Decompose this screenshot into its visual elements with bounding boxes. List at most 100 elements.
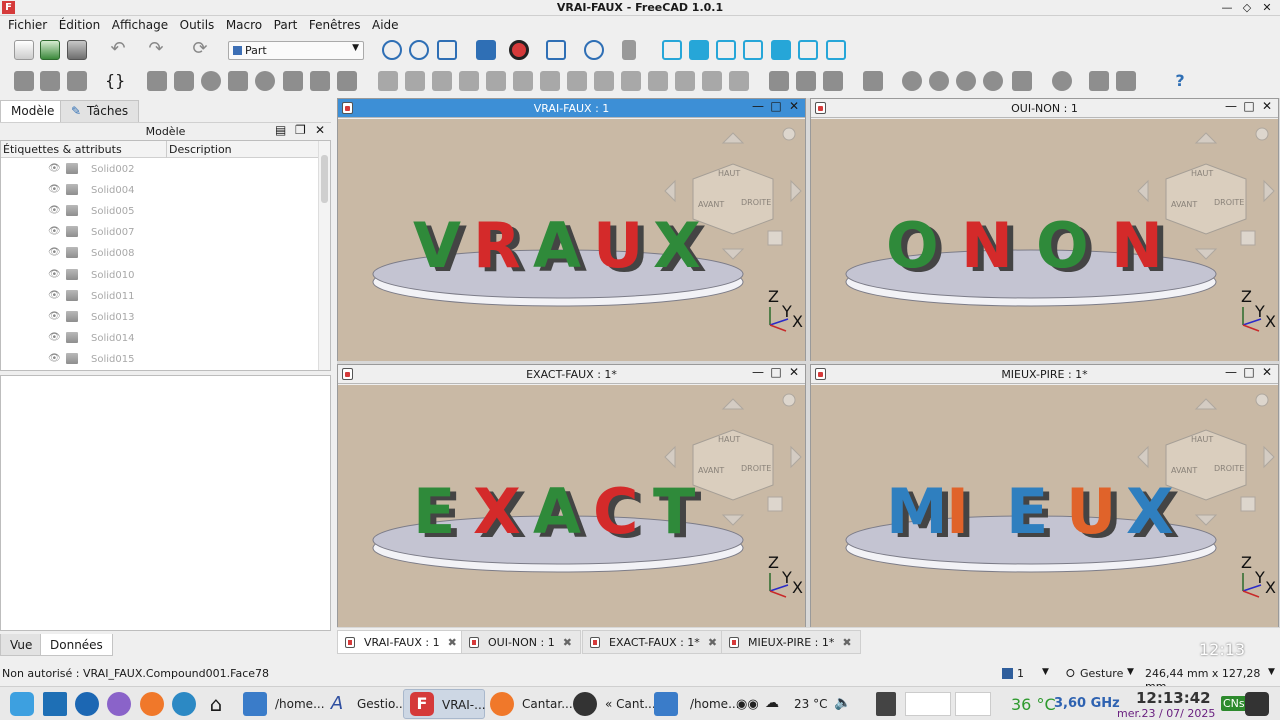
tab-donnees[interactable]: Données [40, 634, 113, 656]
doc-tab-oui-non[interactable]: OUI-NON : 1 ✖ [461, 630, 581, 654]
join-cutout-icon[interactable] [956, 71, 976, 91]
tab-modele[interactable]: Modèle [0, 100, 66, 122]
thunderbird-icon[interactable] [75, 692, 99, 716]
column-labels[interactable]: Étiquettes & attributs [3, 143, 122, 156]
cut-icon[interactable] [796, 71, 816, 91]
join-connect-icon[interactable] [902, 71, 922, 91]
model-tree[interactable]: Étiquettes & attributs Description 👁 Soli… [0, 140, 331, 371]
task-label[interactable]: Gestio... [357, 697, 407, 711]
fuse-icon[interactable] [823, 71, 843, 91]
close-icon[interactable]: ✕ [1258, 365, 1276, 379]
task-label[interactable]: Cantar... [522, 697, 573, 711]
tree-item[interactable]: 👁 Solid002 [1, 159, 319, 180]
column-separator[interactable] [166, 141, 167, 158]
tree-item[interactable]: 👁 Solid007 [1, 222, 319, 243]
extrude-icon[interactable] [378, 71, 398, 91]
session-icon[interactable] [1245, 692, 1269, 716]
mirror-icon[interactable] [432, 71, 452, 91]
firefox-icon[interactable] [140, 692, 164, 716]
hidden-eye-icon[interactable]: 👁 [48, 332, 61, 343]
close-icon[interactable]: ✕ [785, 365, 803, 379]
doc-tab-vrai-faux[interactable]: VRAI-FAUX : 1 ✖ [337, 630, 466, 654]
maximize-icon[interactable]: □ [767, 99, 785, 113]
maximize-icon[interactable]: □ [767, 365, 785, 379]
menu-macro[interactable]: Macro [226, 16, 262, 32]
maximize-icon[interactable]: □ [1240, 365, 1258, 379]
section-icon[interactable] [621, 71, 641, 91]
maximize-icon[interactable]: ◇ [1238, 0, 1256, 16]
hidden-eye-icon[interactable]: 👁 [48, 353, 61, 364]
workspace-2[interactable] [955, 692, 991, 716]
maximize-icon[interactable]: □ [1240, 99, 1258, 113]
close-tab-icon[interactable]: ✖ [842, 636, 851, 649]
minimize-icon[interactable]: — [1218, 0, 1236, 16]
open-document-icon[interactable] [40, 40, 60, 60]
close-tab-icon[interactable]: ✖ [448, 636, 457, 649]
primitives-icon[interactable] [310, 71, 330, 91]
chevron-down-icon[interactable]: ▼ [1127, 667, 1134, 677]
globe-icon[interactable] [172, 692, 196, 716]
task-freecad[interactable]: F VRAI-... [403, 689, 486, 719]
boolean-icon[interactable] [769, 71, 789, 91]
clock-time[interactable]: 12:13:42 [1136, 689, 1211, 707]
task-label[interactable]: /home... [275, 697, 325, 711]
save-icon[interactable] [67, 40, 87, 60]
menu-fenetres[interactable]: Fenêtres [309, 16, 361, 32]
common-icon[interactable] [863, 71, 883, 91]
expression-icon[interactable]: {} [105, 71, 125, 91]
menu-affichage[interactable]: Affichage [112, 16, 168, 32]
navigation-style[interactable]: Gesture [1080, 667, 1123, 680]
app-icon[interactable] [107, 692, 131, 716]
fit-selection-icon[interactable] [409, 40, 429, 60]
loft-icon[interactable] [567, 71, 587, 91]
tree-item[interactable]: 👁 Solid013 [1, 307, 319, 328]
measure-icon[interactable] [622, 40, 636, 60]
splitting-icon[interactable] [983, 71, 1003, 91]
tree-item[interactable]: 👁 Solid004 [1, 180, 319, 201]
bounding-box-icon[interactable] [476, 40, 496, 60]
menu-edition[interactable]: Édition [59, 16, 101, 32]
view-rear-icon[interactable] [771, 40, 791, 60]
menu-outils[interactable]: Outils [180, 16, 215, 32]
view-left-icon[interactable] [826, 40, 846, 60]
menu-fichier[interactable]: Fichier [8, 16, 47, 32]
firefox-icon[interactable] [490, 692, 514, 716]
shape-builder-icon[interactable] [337, 71, 357, 91]
chamfer-icon[interactable] [486, 71, 506, 91]
tree-item[interactable]: 👁 Solid008 [1, 243, 319, 264]
close-panel-icon[interactable]: ✕ [315, 123, 325, 137]
hidden-eye-icon[interactable]: 👁 [48, 269, 61, 280]
clipboard-icon[interactable] [876, 692, 896, 716]
join-embed-icon[interactable] [929, 71, 949, 91]
file-manager-icon[interactable] [243, 692, 267, 716]
make-face-icon[interactable] [513, 71, 533, 91]
view-oui-non[interactable]: OUI-NON : 1 — □ ✕ O O N N O O N N HAUT AVANT DROITE Z… [810, 98, 1279, 361]
redo-icon[interactable]: ↷ [146, 40, 166, 60]
fit-all-icon[interactable] [382, 40, 402, 60]
offset-icon[interactable] [675, 71, 695, 91]
view-vrai-faux[interactable]: VRAI-FAUX : 1 — □ ✕ V V R R A A U U X X HAUT AVANT DRO… [337, 98, 806, 361]
menu-part[interactable]: Part [274, 16, 298, 32]
part-container-icon[interactable] [14, 71, 34, 91]
tree-item[interactable]: 👁 Solid014 [1, 328, 319, 349]
refresh-icon[interactable]: ⟳ [190, 40, 210, 60]
close-icon[interactable]: ✕ [785, 99, 803, 113]
clock-date[interactable]: mer.23 / 07/ 2025 [1117, 707, 1215, 720]
close-icon[interactable]: ✕ [1258, 99, 1276, 113]
zoom-icon[interactable] [584, 40, 604, 60]
workspace-1[interactable] [905, 692, 951, 716]
3d-scene[interactable]: EE XX AA CC TTHAUTAVANT DROITEZYX [338, 385, 805, 627]
3d-canvas[interactable]: E E X X A A C C T T HAUT AVANT DROITE Z Y X [338, 385, 805, 627]
new-document-icon[interactable] [14, 40, 34, 60]
tube-icon[interactable] [283, 71, 303, 91]
tree-item[interactable]: 👁 Solid010 [1, 265, 319, 286]
close-tab-icon[interactable]: ✖ [563, 636, 572, 649]
workbench-selector[interactable]: Part ▼ [228, 41, 364, 60]
projection-icon[interactable] [729, 71, 749, 91]
undo-icon[interactable]: ↶ [108, 40, 128, 60]
file-manager-icon[interactable] [654, 692, 678, 716]
folder-icon[interactable] [40, 71, 60, 91]
fillet-icon[interactable] [459, 71, 479, 91]
stereo-icon[interactable] [509, 40, 529, 60]
minimize-icon[interactable]: — [1222, 99, 1240, 113]
